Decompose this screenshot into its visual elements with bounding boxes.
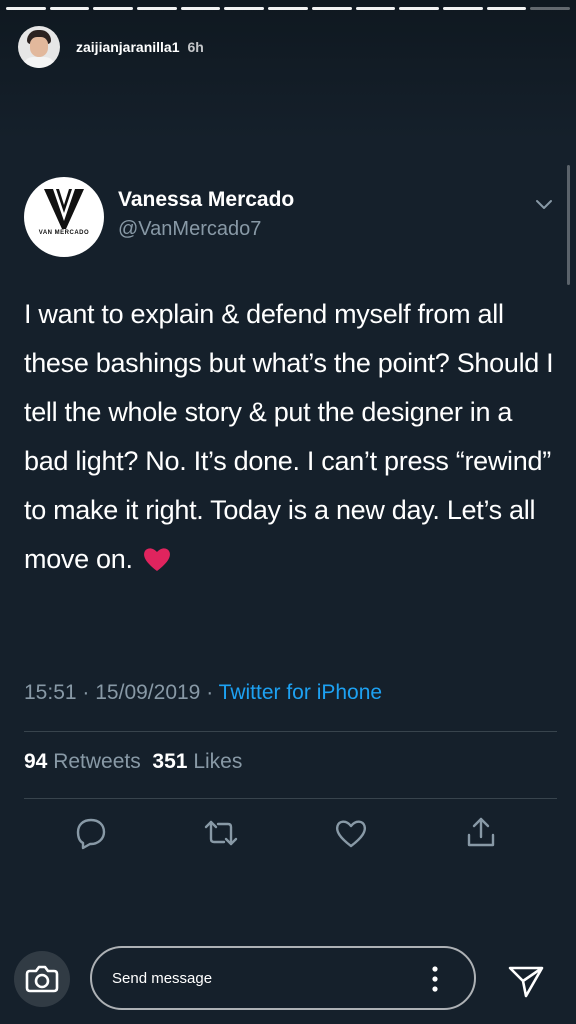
likes-label[interactable]: Likes bbox=[193, 750, 242, 773]
story-user-avatar[interactable] bbox=[18, 26, 60, 68]
story-progress-segment bbox=[530, 7, 570, 10]
tweet-date: 15/09/2019 bbox=[95, 681, 201, 704]
story-progress-segment bbox=[180, 7, 221, 10]
divider bbox=[24, 731, 557, 732]
divider bbox=[24, 798, 557, 799]
story-progress-segment bbox=[399, 7, 439, 10]
more-options-icon[interactable] bbox=[432, 966, 438, 992]
retweets-count[interactable]: 94 bbox=[24, 750, 47, 773]
story-progress-segment bbox=[311, 7, 352, 10]
retweets-label[interactable]: Retweets bbox=[53, 750, 141, 773]
tweet-time: 15:51 bbox=[24, 681, 77, 704]
camera-button[interactable] bbox=[14, 951, 70, 1007]
meta-separator: · bbox=[82, 681, 90, 704]
top-gradient bbox=[0, 0, 576, 140]
story-progress-bar bbox=[6, 7, 570, 10]
story-progress-segment bbox=[268, 7, 308, 10]
story-progress-segment bbox=[442, 7, 483, 10]
tweet-meta: 15:51 · 15/09/2019 · Twitter for iPhone bbox=[24, 681, 382, 705]
like-icon[interactable] bbox=[333, 815, 369, 851]
tweet-source-link[interactable]: Twitter for iPhone bbox=[219, 681, 382, 704]
story-progress-segment bbox=[224, 7, 265, 10]
story-progress-segment bbox=[355, 7, 396, 10]
scrollbar bbox=[567, 165, 570, 285]
story-progress-segment bbox=[137, 7, 177, 10]
tweet-stats: 94 Retweets 351 Likes bbox=[24, 750, 242, 774]
story-progress-segment bbox=[49, 7, 90, 10]
avatar-logo-text: VAN MERCADO bbox=[38, 230, 90, 236]
retweet-icon[interactable] bbox=[203, 815, 239, 851]
send-message-input[interactable]: Send message bbox=[90, 946, 476, 1010]
meta-separator: · bbox=[206, 681, 214, 704]
share-icon[interactable] bbox=[463, 815, 499, 851]
likes-count[interactable]: 351 bbox=[152, 750, 187, 773]
tweet-author-name: Vanessa Mercado bbox=[118, 188, 295, 211]
story-progress-segment bbox=[6, 7, 46, 10]
camera-icon bbox=[25, 965, 59, 993]
chevron-down-icon[interactable] bbox=[534, 196, 554, 212]
story-username[interactable]: zaijianjaranilla1 bbox=[76, 39, 180, 55]
send-direct-icon[interactable] bbox=[506, 960, 546, 1000]
tweet-text: I want to explain & defend myself from a… bbox=[24, 299, 554, 574]
tweet-author-avatar: VAN MERCADO bbox=[24, 177, 104, 257]
story-progress-segment bbox=[486, 7, 527, 10]
tweet-author-handle: @VanMercado7 bbox=[118, 218, 262, 240]
v-logo-icon bbox=[44, 189, 84, 229]
reply-icon[interactable] bbox=[73, 815, 109, 851]
red-heart-emoji-icon bbox=[143, 548, 170, 571]
story-header: zaijianjaranilla1 6h bbox=[18, 26, 204, 68]
story-timestamp: 6h bbox=[187, 39, 204, 55]
send-message-placeholder: Send message bbox=[112, 970, 213, 987]
tweet-body: I want to explain & defend myself from a… bbox=[24, 290, 554, 584]
story-progress-segment bbox=[93, 7, 134, 10]
